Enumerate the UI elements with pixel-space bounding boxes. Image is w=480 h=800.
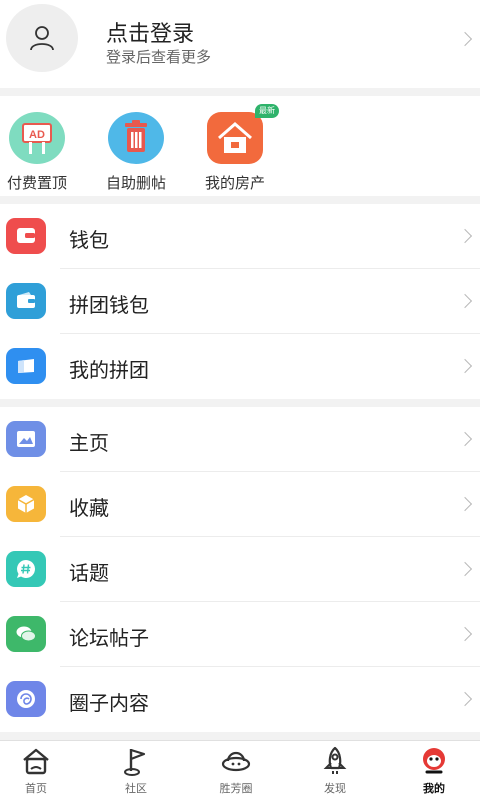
menu-item-label: 话题 bbox=[69, 561, 109, 585]
wallet-icon bbox=[6, 218, 46, 254]
login-header[interactable]: 点击登录 登录后查看更多 bbox=[0, 0, 480, 88]
menu-item-wallet[interactable]: 钱包 bbox=[0, 204, 480, 269]
box-icon bbox=[6, 486, 46, 522]
menu-item-my-group-buy[interactable]: 我的拼团 bbox=[0, 334, 480, 399]
svg-text:AD: AD bbox=[29, 129, 45, 141]
tab-label: 社区 bbox=[125, 782, 147, 795]
chevron-right-icon bbox=[457, 293, 473, 309]
user-icon bbox=[30, 26, 54, 51]
chevron-right-icon bbox=[457, 31, 473, 47]
wallet-group: 钱包 拼团钱包 我的拼团 bbox=[0, 204, 480, 399]
menu-item-label: 收藏 bbox=[69, 496, 109, 520]
menu-item-group-wallet[interactable]: 拼团钱包 bbox=[0, 269, 480, 334]
menu-item-label: 我的拼团 bbox=[69, 358, 149, 382]
quick-paid-top[interactable]: AD 付费置顶 bbox=[0, 112, 87, 193]
tab-label: 首页 bbox=[25, 782, 47, 795]
chevron-right-icon bbox=[457, 626, 473, 642]
rocket-icon bbox=[287, 745, 383, 777]
menu-item-label: 钱包 bbox=[69, 228, 109, 252]
menu-item-label: 圈子内容 bbox=[69, 691, 149, 715]
ufo-icon bbox=[188, 745, 284, 777]
menu-item-forum-posts[interactable]: 论坛帖子 bbox=[0, 602, 480, 667]
group-wallet-icon bbox=[6, 283, 46, 319]
chat-bubbles-icon bbox=[6, 616, 46, 652]
quick-my-property[interactable]: 最新 我的房产 bbox=[185, 104, 285, 193]
quick-self-delete[interactable]: 自助删帖 bbox=[86, 112, 186, 193]
tab-label: 胜芳圈 bbox=[219, 782, 253, 795]
tab-discover[interactable]: 发现 bbox=[287, 745, 383, 796]
tab-community[interactable]: 社区 bbox=[88, 745, 184, 796]
house-icon: 最新 bbox=[207, 104, 279, 164]
content-group: 主页 收藏 话题 论坛帖子 圈子内容 bbox=[0, 407, 480, 732]
mascot-icon bbox=[386, 745, 480, 777]
tab-shengfang-circle[interactable]: 胜芳圈 bbox=[188, 745, 284, 796]
quick-actions: AD 付费置顶 自助删帖 最新 我的房产 bbox=[0, 96, 480, 196]
ad-billboard-icon: AD bbox=[9, 112, 65, 164]
trash-can-icon bbox=[108, 112, 164, 164]
menu-item-circle-content[interactable]: 圈子内容 bbox=[0, 667, 480, 732]
quick-paid-top-label: 付费置顶 bbox=[6, 174, 67, 192]
tab-mine[interactable]: 我的 bbox=[386, 745, 480, 796]
home-icon bbox=[0, 745, 84, 777]
chevron-right-icon bbox=[457, 358, 473, 374]
tab-label: 发现 bbox=[324, 782, 346, 795]
chevron-right-icon bbox=[457, 431, 473, 447]
image-icon bbox=[6, 421, 46, 457]
menu-item-favorites[interactable]: 收藏 bbox=[0, 472, 480, 537]
group-card-icon bbox=[6, 348, 46, 384]
new-badge: 最新 bbox=[255, 104, 279, 118]
tab-label: 我的 bbox=[423, 782, 445, 795]
login-subtitle: 登录后查看更多 bbox=[106, 48, 212, 66]
flag-icon bbox=[88, 745, 184, 777]
hashtag-icon bbox=[6, 551, 46, 587]
menu-item-homepage[interactable]: 主页 bbox=[0, 407, 480, 472]
bottom-tab-bar: 首页 社区 胜芳圈 发现 我的 bbox=[0, 740, 480, 800]
login-title[interactable]: 点击登录 bbox=[106, 16, 194, 48]
menu-item-label: 论坛帖子 bbox=[69, 626, 149, 650]
circle-swirl-icon bbox=[6, 681, 46, 717]
menu-item-label: 主页 bbox=[69, 431, 109, 455]
chevron-right-icon bbox=[457, 228, 473, 244]
chevron-right-icon bbox=[457, 691, 473, 707]
chevron-right-icon bbox=[457, 561, 473, 577]
menu-item-topics[interactable]: 话题 bbox=[0, 537, 480, 602]
menu-item-label: 拼团钱包 bbox=[69, 293, 149, 317]
chevron-right-icon bbox=[457, 496, 473, 512]
quick-my-property-label: 我的房产 bbox=[204, 174, 265, 192]
avatar[interactable] bbox=[6, 4, 78, 72]
quick-self-delete-label: 自助删帖 bbox=[105, 174, 166, 192]
tab-home[interactable]: 首页 bbox=[0, 745, 84, 796]
